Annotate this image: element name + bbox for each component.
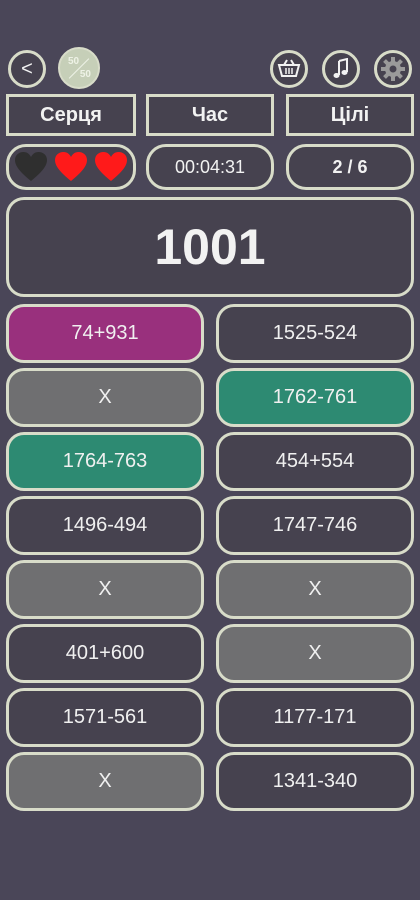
answer-cell-text: 1496-494 xyxy=(62,514,148,536)
heart-lost-icon xyxy=(15,152,47,181)
gear-icon xyxy=(381,57,405,81)
fifty-fifty-top: 50 xyxy=(68,56,80,67)
answer-cell-text: 1764-763 xyxy=(62,450,148,472)
timer-panel: 00:04:31 xyxy=(146,144,274,190)
heart-icon xyxy=(55,152,87,181)
fifty-fifty-button[interactable]: 50 50 xyxy=(58,47,100,89)
answer-cell[interactable]: 74+931 xyxy=(6,304,204,363)
answer-cell-text: X xyxy=(308,578,322,600)
answer-cell[interactable]: 1762-761 xyxy=(216,368,414,427)
answer-cell-used: X xyxy=(6,368,204,427)
answer-cell-text: 1571-561 xyxy=(62,706,148,728)
answer-cell-text: 1341-340 xyxy=(272,770,358,792)
music-button[interactable] xyxy=(322,50,360,88)
heart-icon xyxy=(95,152,127,181)
target-number: 1001 xyxy=(154,219,266,275)
answer-cell-text: 74+931 xyxy=(71,322,139,344)
answer-cell[interactable]: 1177-171 xyxy=(216,688,414,747)
answer-cell[interactable]: 454+554 xyxy=(216,432,414,491)
answer-cell[interactable]: 401+600 xyxy=(6,624,204,683)
answer-cell-used: X xyxy=(216,624,414,683)
answer-cell-text: X xyxy=(98,770,112,792)
lives-hearts xyxy=(14,152,128,182)
answer-cell-text: 401+600 xyxy=(65,642,145,664)
answer-grid: 74+931 1525-524 X 1762-761 1764-763 454+554 14… xyxy=(6,304,414,811)
answer-cell[interactable]: 1341-340 xyxy=(216,752,414,811)
progress-panel: 2 / 6 xyxy=(286,144,414,190)
hearts-header: Серця xyxy=(6,94,136,136)
settings-button[interactable] xyxy=(374,50,412,88)
answer-cell-text: 1762-761 xyxy=(272,386,358,408)
answer-cell[interactable]: 1571-561 xyxy=(6,688,204,747)
answer-cell-text: 1747-746 xyxy=(272,514,358,536)
progress-value: 2 / 6 xyxy=(332,156,368,177)
back-label: < xyxy=(21,57,33,80)
time-header-label: Час xyxy=(191,103,229,126)
answer-cell-used: X xyxy=(6,560,204,619)
answer-cell[interactable]: 1525-524 xyxy=(216,304,414,363)
basket-icon xyxy=(277,59,301,77)
time-header: Час xyxy=(146,94,274,136)
music-note-icon xyxy=(333,58,348,78)
answer-cell-used: X xyxy=(6,752,204,811)
answer-cell-text: 1177-171 xyxy=(273,706,357,728)
goals-header-label: Цілі xyxy=(330,103,370,126)
shop-button[interactable] xyxy=(270,50,308,88)
answer-cell-text: X xyxy=(98,578,112,600)
lives-panel xyxy=(6,144,136,190)
answer-cell[interactable]: 1747-746 xyxy=(216,496,414,555)
answer-cell-used: X xyxy=(216,560,414,619)
answer-cell-text: X xyxy=(308,642,322,664)
target-number-panel: 1001 xyxy=(6,197,414,297)
answer-cell[interactable]: 1764-763 xyxy=(6,432,204,491)
answer-cell-text: 454+554 xyxy=(275,450,355,472)
answer-cell[interactable]: 1496-494 xyxy=(6,496,204,555)
fifty-fifty-bottom: 50 xyxy=(79,69,91,80)
timer-value: 00:04:31 xyxy=(174,156,246,177)
hearts-header-label: Серця xyxy=(40,103,102,126)
answer-cell-text: 1525-524 xyxy=(272,322,358,344)
goals-header: Цілі xyxy=(286,94,414,136)
back-button[interactable]: < xyxy=(8,50,46,88)
answer-cell-text: X xyxy=(98,386,112,408)
